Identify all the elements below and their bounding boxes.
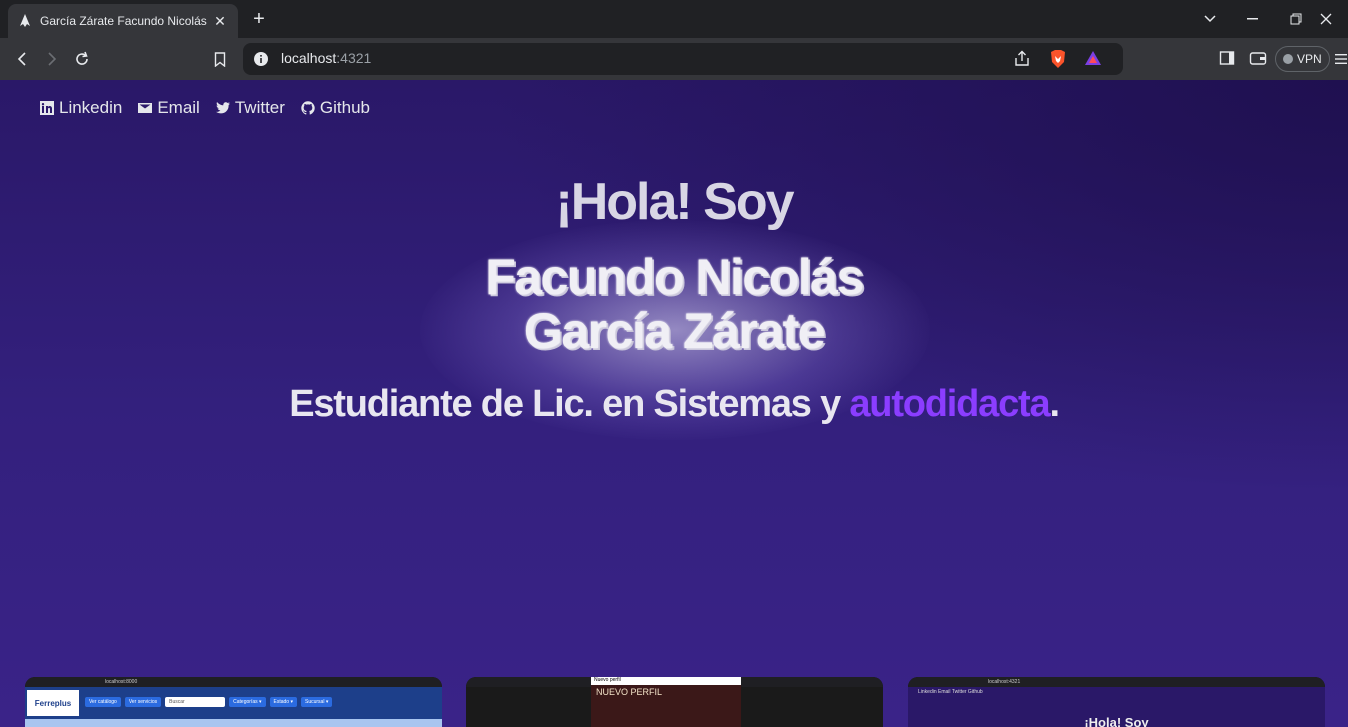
email-label: Email	[157, 98, 200, 117]
vpn-button[interactable]: VPN	[1275, 46, 1330, 72]
new-tab-button[interactable]: +	[248, 8, 270, 30]
subtitle-period: .	[1049, 383, 1060, 425]
linkedin-label: Linkedin	[59, 98, 123, 117]
wallet-icon[interactable]	[1249, 50, 1267, 71]
minimize-button[interactable]	[1230, 0, 1274, 38]
hero-greeting: ¡Hola! Soy	[555, 173, 794, 231]
github-link[interactable]: Github	[301, 98, 370, 118]
ferreplus-logo: Ferreplus	[27, 690, 79, 716]
card-url: localhost:4321	[988, 679, 1021, 685]
share-icon[interactable]	[1013, 50, 1031, 73]
address-bar[interactable]	[243, 43, 1123, 75]
card-button: Ver catálogo	[85, 697, 121, 707]
project-card-ferreplus[interactable]: localhost:8000 Ferreplus Ver catálogo Ve…	[25, 677, 442, 727]
site-info-icon[interactable]	[253, 51, 269, 67]
card-button: Estado ▾	[269, 697, 297, 707]
tab-title: García Zárate Facundo Nicolás	[40, 14, 207, 28]
url-text: localhost:4321	[281, 50, 372, 66]
linkedin-icon	[40, 101, 54, 115]
card-window: Nuevo perfil NUEVO PERFIL	[591, 677, 741, 727]
hero-subtitle: Estudiante de Lic. en Sistemas y autodid…	[0, 383, 1348, 426]
subtitle-accent: autodidacta	[849, 383, 1050, 425]
back-button[interactable]	[10, 47, 34, 71]
twitter-label: Twitter	[234, 98, 285, 117]
brave-shields-icon[interactable]	[1049, 49, 1067, 74]
tab-search-icon[interactable]	[1188, 0, 1232, 38]
subtitle-text: Estudiante de Lic. en Sistemas y	[289, 383, 850, 425]
menu-icon[interactable]	[1335, 52, 1347, 70]
vpn-label: VPN	[1297, 52, 1322, 66]
hero-name: Facundo Nicolás García Zárate	[0, 250, 1348, 358]
card-url: localhost:8000	[105, 679, 138, 685]
hero-name-last: García Zárate	[523, 303, 826, 359]
bookmark-icon[interactable]	[208, 47, 232, 71]
project-card-portfolio[interactable]: localhost:4321 Linkedin Email Twitter Gi…	[908, 677, 1325, 727]
card-button: Categorías ▾	[229, 697, 266, 707]
reload-button[interactable]	[70, 47, 94, 71]
card-heading: NUEVO PERFIL	[596, 687, 663, 697]
card-strip	[25, 719, 442, 727]
card-browser-bar: localhost:8000	[25, 677, 442, 687]
astro-favicon-icon	[18, 14, 32, 28]
email-link[interactable]: Email	[138, 98, 200, 118]
email-icon	[138, 103, 153, 113]
forward-button[interactable]	[40, 47, 64, 71]
close-window-button[interactable]	[1304, 0, 1348, 38]
linkedin-link[interactable]: Linkedin	[40, 98, 122, 118]
card-screenshot: Linkedin Email Twitter Github ¡Hola! Soy	[908, 687, 1325, 727]
card-browser-bar: localhost:4321	[908, 677, 1325, 687]
card-window-title: Nuevo perfil	[591, 677, 741, 685]
card-button: Ver servicios	[124, 697, 162, 707]
card-buttons: Ver catálogo Ver servicios Buscar Catego…	[85, 697, 333, 707]
card-socials: Linkedin Email Twitter Github	[918, 689, 983, 695]
card-greeting: ¡Hola! Soy	[1084, 715, 1149, 727]
twitter-icon	[215, 102, 230, 114]
vpn-status-icon	[1283, 54, 1293, 64]
card-search: Buscar	[165, 697, 226, 707]
twitter-link[interactable]: Twitter	[215, 98, 285, 118]
github-label: Github	[319, 98, 370, 117]
tab-strip: García Zárate Facundo Nicolás ✕ +	[0, 0, 1348, 38]
social-links: Linkedin Email Twitter Github	[40, 98, 370, 118]
card-screenshot: Nuevo perfil NUEVO PERFIL	[466, 677, 883, 727]
sidebar-icon[interactable]	[1219, 50, 1235, 71]
tab-close-icon[interactable]: ✕	[212, 13, 228, 29]
browser-tab[interactable]: García Zárate Facundo Nicolás ✕	[8, 4, 238, 38]
card-button: Sucursal ▾	[300, 697, 333, 707]
hero-name-first: Facundo Nicolás	[485, 249, 864, 305]
project-card-perfil[interactable]: Nuevo perfil NUEVO PERFIL	[466, 677, 883, 727]
page-content: Linkedin Email Twitter Github ¡Hola! Soy…	[0, 80, 1348, 727]
brave-rewards-icon[interactable]	[1084, 50, 1102, 71]
card-screenshot: Ferreplus Ver catálogo Ver servicios Bus…	[25, 687, 442, 719]
github-icon	[301, 101, 315, 115]
